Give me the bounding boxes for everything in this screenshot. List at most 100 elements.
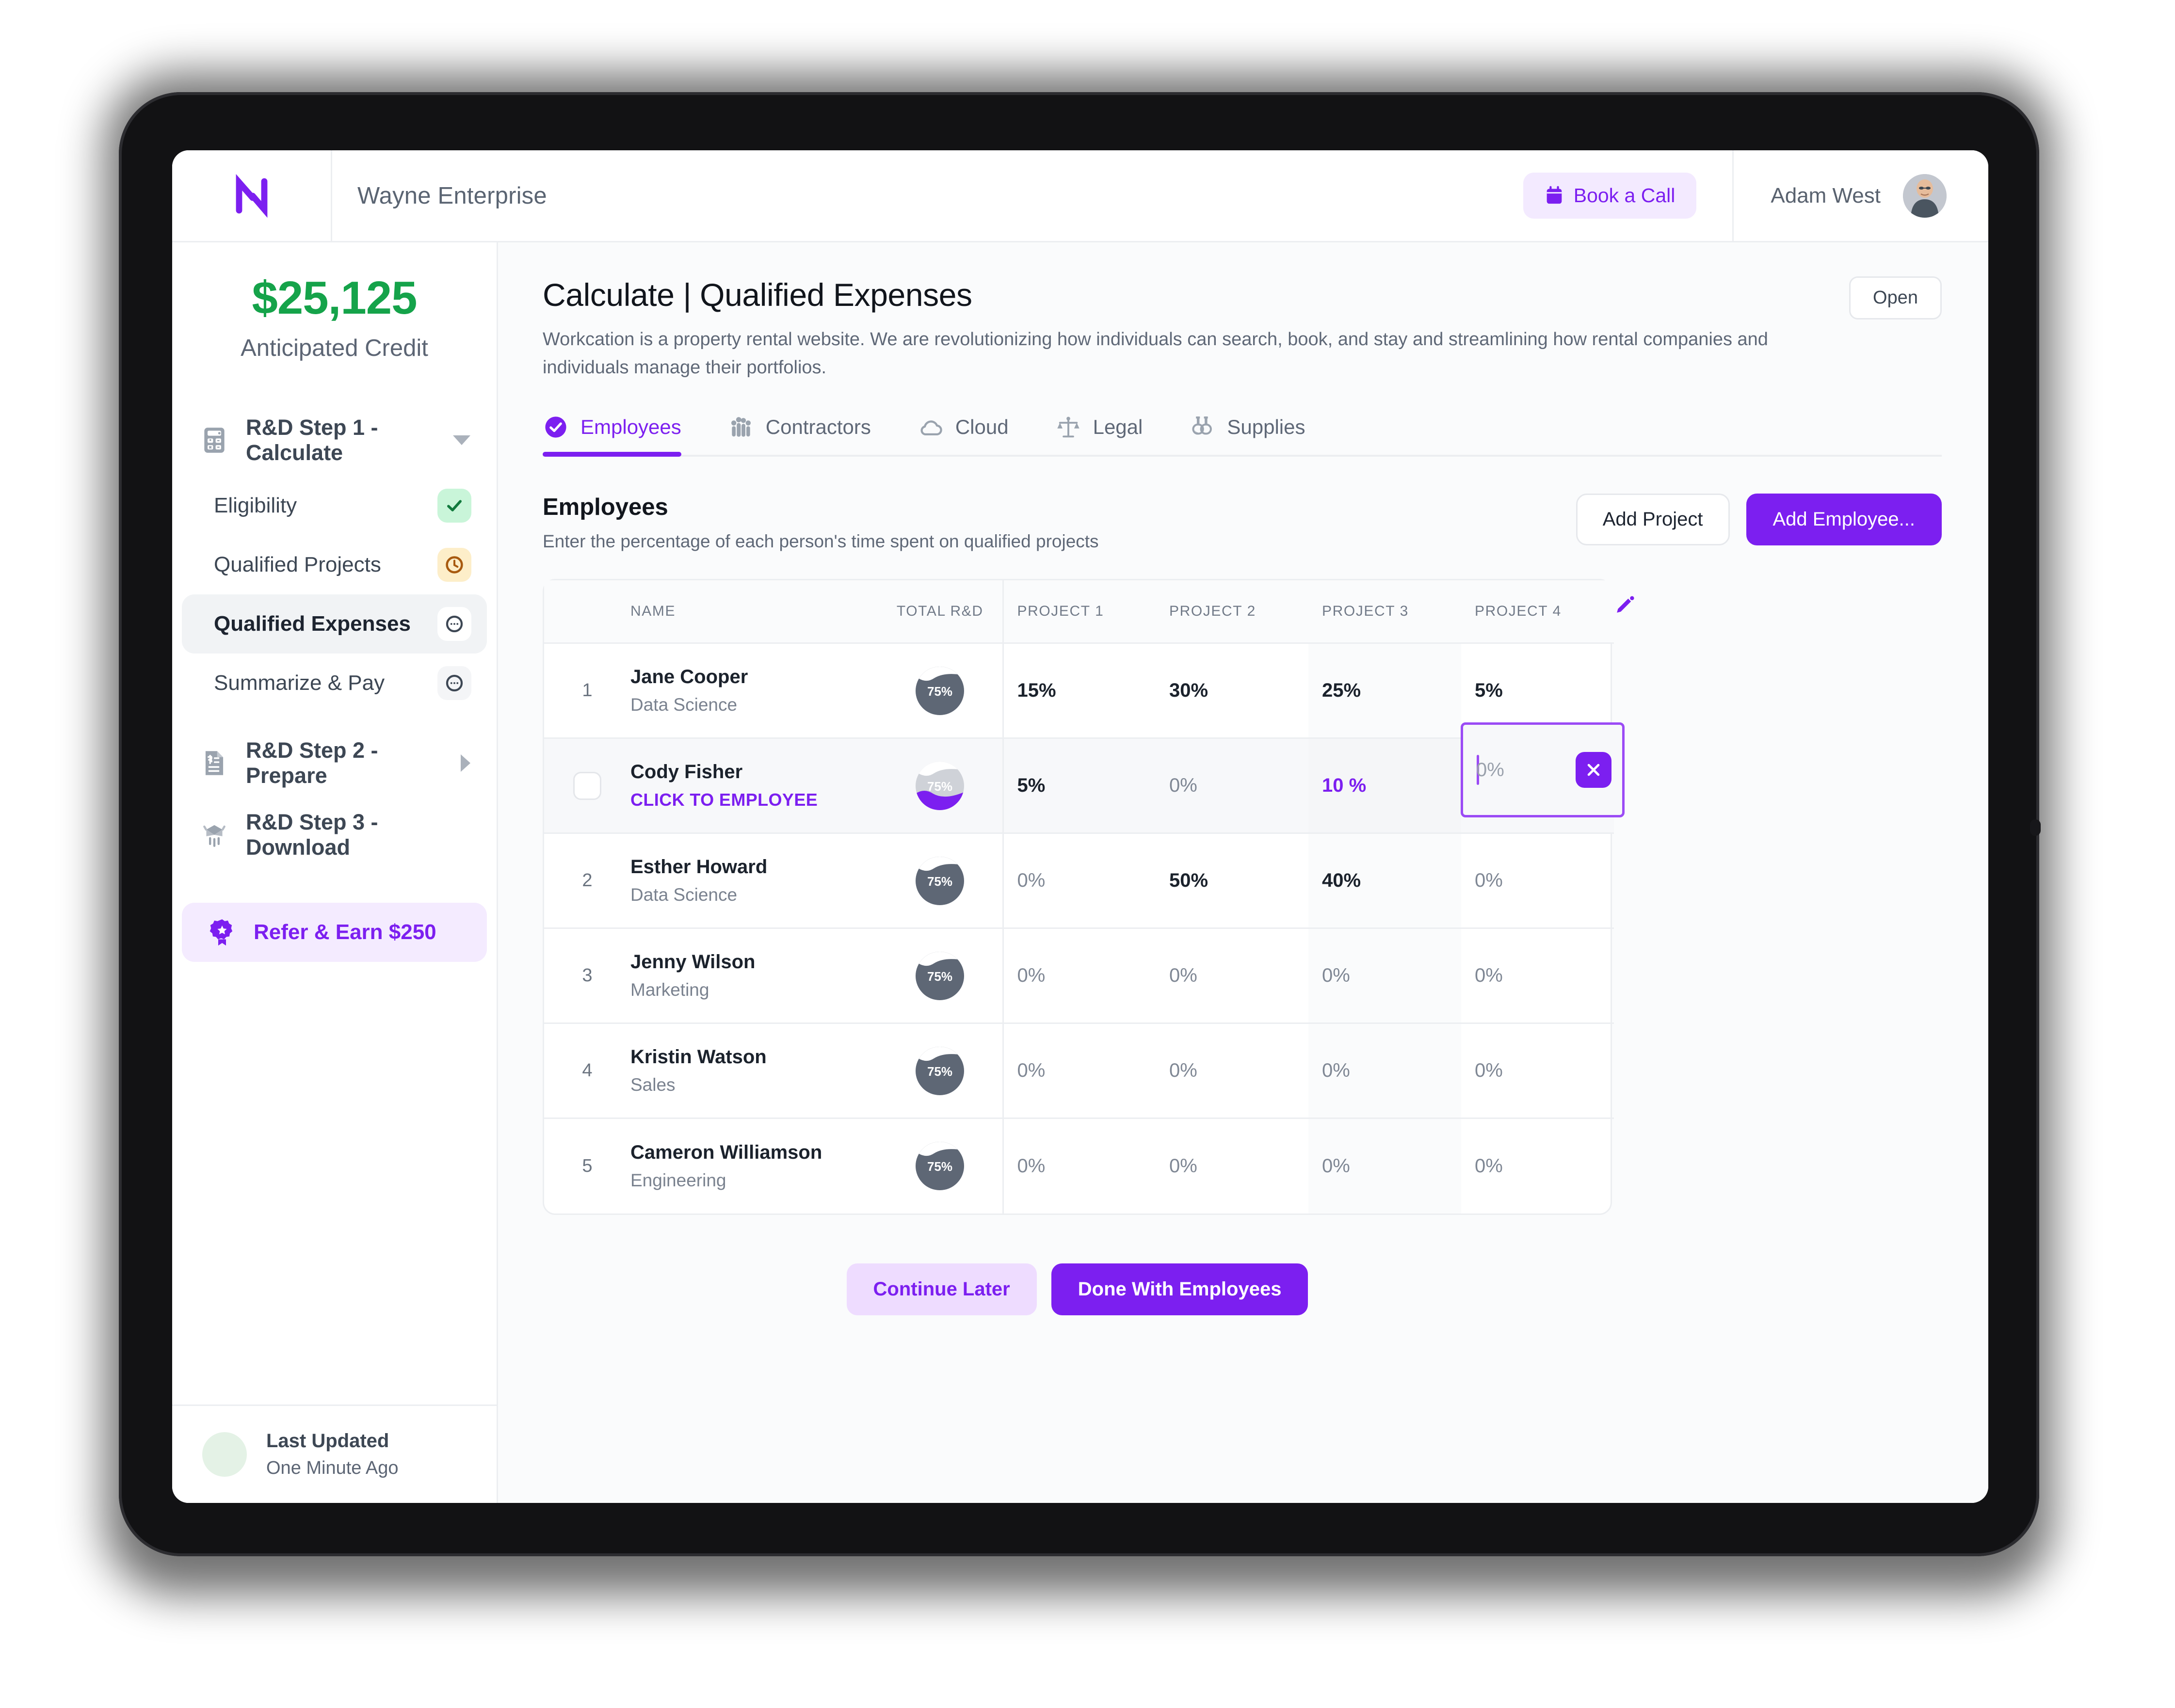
row-project-4-cell[interactable]: 0% [1461,832,1614,928]
row-project-1-cell[interactable]: 0% [1003,1117,1156,1213]
employee-name: Cameron Williamson [630,1141,822,1163]
nav-n-logo-icon [236,174,267,218]
clear-value-button[interactable] [1576,752,1611,788]
avatar [1903,174,1947,218]
edit-columns-button[interactable] [1612,594,1636,617]
chevron-down-icon[interactable] [453,435,470,445]
people-group-icon [731,416,751,437]
section-subtitle: Enter the percentage of each person's ti… [543,531,1099,551]
row-project-1-cell[interactable]: 0% [1003,832,1156,928]
award-ribbon-icon [209,919,233,946]
add-project-button[interactable]: Add Project [1576,493,1730,545]
check-icon [447,500,462,511]
done-with-employees-button[interactable]: Done With Employees [1051,1263,1308,1315]
add-employee-button[interactable]: Add Employee... [1746,493,1942,545]
logo-container[interactable] [172,150,332,241]
table-row[interactable]: 1 Jane Cooper Data Science 75% 15% 30% 2… [544,642,1614,738]
tab-supplies[interactable]: Supplies [1189,414,1305,455]
table-row[interactable]: 2 Esther Howard Data Science 75% 0% 50% … [544,832,1614,928]
sidebar-item-qualified-expenses[interactable]: Qualified Expenses [182,594,487,654]
row-project-3-cell[interactable]: 40% [1308,832,1461,928]
row-total-rd-cell: 75% [878,642,1004,738]
tab-label: Legal [1093,415,1143,438]
employee-role: Sales [630,1075,676,1095]
app-root: Wayne Enterprise Book a Call Adam West $… [172,150,1988,1503]
tab-cloud[interactable]: Cloud [918,414,1009,455]
page-title: Calculate | Qualified Expenses [543,277,972,313]
row-project-3-cell[interactable]: 0% [1308,1117,1461,1213]
row-project-1-cell[interactable]: 5% [1003,737,1156,833]
refer-and-earn-button[interactable]: Refer & Earn $250 [182,903,487,962]
project-value: 25% [1322,680,1361,701]
employee-name: Esther Howard [630,856,768,878]
tablet-power-button[interactable] [2030,819,2041,836]
row-project-2-cell[interactable]: 30% [1156,642,1308,738]
continue-later-button[interactable]: Continue Later [846,1263,1037,1315]
row-name-cell: Jenny Wilson Marketing [630,927,878,1023]
row-name-cell: Jane Cooper Data Science [630,642,878,738]
section-header: Employees Enter the percentage of each p… [543,493,1942,552]
row-project-3-cell[interactable]: 0% [1308,1022,1461,1118]
table-row[interactable]: 3 Jenny Wilson Marketing 75% 0% 0% 0% 0% [544,927,1614,1023]
click-to-employee-link[interactable]: CLICK TO EMPLOYEE [630,790,878,810]
sidebar-group-step2[interactable]: R&D Step 2 - Prepare [172,727,497,799]
user-name: Adam West [1771,183,1881,208]
employee-role: Marketing [630,980,709,1000]
table-header-row: NAME TOTAL R&D PROJECT 1 PROJECT 2 PROJE… [544,580,1614,643]
header-cell-index [544,580,630,643]
row-project-2-cell[interactable]: 50% [1156,832,1308,928]
project-value: 0% [1322,1060,1350,1081]
table-row[interactable]: Cody Fisher CLICK TO EMPLOYEE 75% 5% 0% … [544,722,1625,833]
total-rd-badge: 75% [915,1046,965,1096]
row-project-3-cell[interactable]: 10 % [1308,737,1461,833]
open-button[interactable]: Open [1849,276,1942,319]
table-row[interactable]: 4 Kristin Watson Sales 75% 0% 0% 0% 0% [544,1022,1614,1118]
row-checkbox[interactable] [573,771,601,800]
project-value: 5% [1475,680,1503,701]
chevron-right-icon[interactable] [461,754,470,772]
download-package-icon [203,825,226,847]
tab-employees[interactable]: Employees [543,414,681,457]
user-menu[interactable]: Adam West [1732,150,1988,241]
sidebar-item-eligibility[interactable]: Eligibility [182,476,487,535]
row-project-2-cell[interactable]: 0% [1156,1022,1308,1118]
sidebar-group-step3[interactable]: R&D Step 3 - Download [172,799,497,871]
sidebar-item-label: Qualified Expenses [214,612,411,636]
percentage-input-active[interactable]: 0% [1461,722,1625,817]
row-project-4-cell[interactable]: 0% [1461,1022,1614,1118]
scales-icon [1057,416,1079,437]
tab-label: Cloud [955,415,1009,438]
section-actions: Add Project Add Employee... [1576,493,1942,545]
row-project-1-cell[interactable]: 15% [1003,642,1156,738]
row-project-4-cell[interactable]: 0% [1461,1117,1614,1213]
row-project-1-cell[interactable]: 0% [1003,927,1156,1023]
sidebar-group-step1[interactable]: R&D Step 1 - Calculate [172,404,497,476]
table-row[interactable]: 5 Cameron Williamson Engineering 75% 0% … [544,1117,1614,1213]
row-project-2-cell[interactable]: 0% [1156,1117,1308,1213]
row-project-2-cell[interactable]: 0% [1156,737,1308,833]
tab-legal[interactable]: Legal [1055,414,1143,455]
table-body: 1 Jane Cooper Data Science 75% 15% 30% 2… [544,642,1625,1213]
project-value: 30% [1169,680,1208,701]
tab-contractors[interactable]: Contractors [728,414,871,455]
column-header-label: PROJECT 1 [1017,603,1104,619]
sidebar-item-summarize-and-pay[interactable]: Summarize & Pay [182,654,487,713]
row-name-cell: Esther Howard Data Science [630,832,878,928]
row-project-4-cell-editing[interactable]: 0% [1461,722,1625,833]
project-value: 0% [1017,1060,1046,1081]
table-footer-actions: Continue Later Done With Employees [543,1263,1612,1315]
row-project-1-cell[interactable]: 0% [1003,1022,1156,1118]
column-header-label: PROJECT 3 [1322,603,1409,619]
status-badge-complete [437,489,471,523]
main-content: Calculate | Qualified Expenses Workcatio… [498,242,1988,1503]
sidebar-item-qualified-projects[interactable]: Qualified Projects [182,535,487,594]
row-project-3-cell[interactable]: 25% [1308,642,1461,738]
row-project-4-cell[interactable]: 0% [1461,927,1614,1023]
row-total-rd-cell: 75% [878,832,1004,928]
header-cell-project-1: PROJECT 1 [1003,580,1156,643]
row-project-2-cell[interactable]: 0% [1156,927,1308,1023]
employee-role: Engineering [630,1170,726,1190]
book-a-call-button[interactable]: Book a Call [1523,173,1697,219]
row-project-3-cell[interactable]: 0% [1308,927,1461,1023]
